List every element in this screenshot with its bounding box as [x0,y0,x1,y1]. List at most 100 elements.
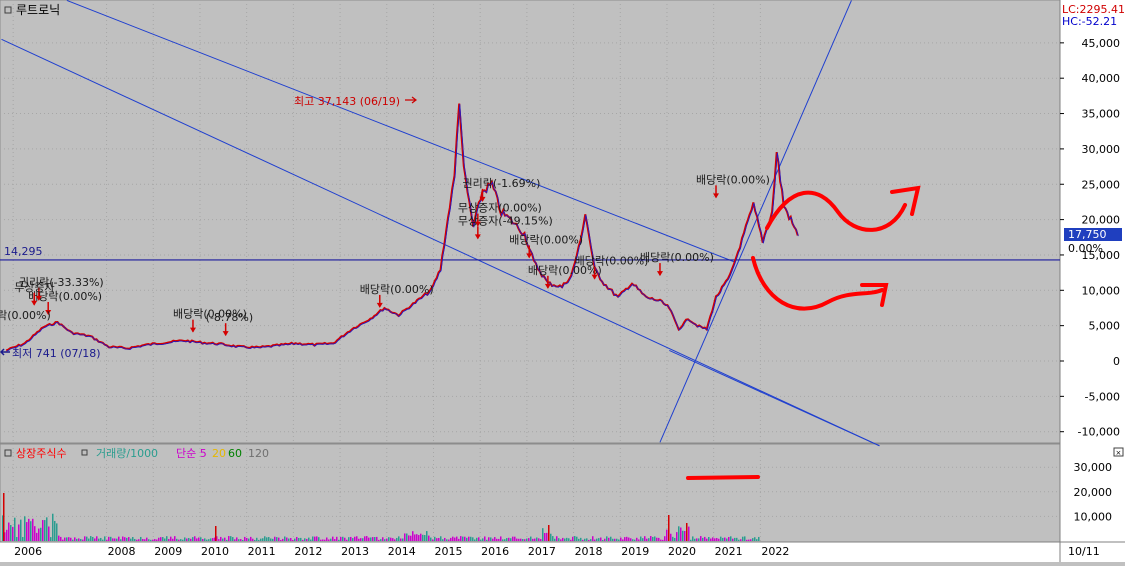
volume-bar [72,539,74,541]
volume-bar [178,539,180,541]
volume-bar [148,539,150,541]
volume-bar [206,539,208,541]
volume-bar [230,536,232,541]
volume-bar [584,538,586,541]
volume-bar [714,538,716,541]
volume-bar [186,538,188,541]
volume-bar [538,538,540,541]
volume-bar [112,538,114,541]
event-label: 배당락(0.00%) [0,309,51,322]
volume-bar [228,536,230,541]
volume-bar [434,536,436,541]
volume-bar [168,539,170,541]
volume-bar [600,537,602,541]
volume-bar [628,537,630,541]
volume-bar [660,539,662,541]
volume-bar [562,537,564,541]
volume-bar [406,533,408,541]
volume-bar [234,539,236,541]
volume-bar [730,536,732,541]
volume-bar [640,536,642,541]
volume-bar [534,538,536,541]
volume-bar [158,537,160,541]
volume-bar [560,539,562,541]
volume-bar [104,536,106,541]
min-price-annotation: 최저 741 (07/18) [12,347,101,360]
volume-spike [548,525,550,541]
volume-bar [232,537,234,541]
volume-bar [220,536,222,541]
volume-bar [486,539,488,541]
volume-bar [458,538,460,541]
volume-bar [428,535,430,541]
volume-bar [238,539,240,541]
volume-bar [404,533,406,541]
volume-axis-ticks: 30,000 20,000 10,000 [1074,461,1113,523]
volume-bar [218,539,220,541]
volume-bar [510,538,512,541]
volume-bar [580,537,582,541]
volume-bar [666,529,668,541]
volume-spike [668,515,670,541]
volume-bar [522,539,524,541]
volume-bar [242,539,244,541]
volume-bar [96,536,98,541]
volume-bar [66,537,68,541]
volume-bar [358,538,360,541]
volume-bar [188,537,190,541]
volume-bar [532,538,534,541]
volume-bar [438,538,440,541]
volume-bar [272,538,274,541]
volume-bar [196,538,198,541]
volume-bar [426,531,428,541]
x-tick-label: 2016 [481,545,509,558]
volume-bar [288,538,290,541]
volume-bar [496,538,498,541]
volume-bar [368,537,370,541]
volume-bar [722,537,724,541]
volume-bar [340,536,342,541]
event-label: 배당락(0.00%) [696,173,770,186]
volume-bar [316,536,318,541]
volume-bar [432,539,434,541]
volume-bar [516,538,518,541]
volume-bar [750,539,752,541]
price-tick-label: 30,000 [1082,143,1121,156]
chart-window: 배당락(0.00%) 배당락(0.00%) (-8.78%) 배당락(0.00%) 권리… [0,0,1125,562]
volume-bar [344,537,346,541]
chart-svg: 배당락(0.00%)배당락(0.00%)(-8.78%)배당락(0.00%)권리… [0,0,1125,562]
volume-bar [282,538,284,541]
volume-bar [140,536,142,541]
volume-bar [468,536,470,541]
volume-bar [352,538,354,541]
volume-bar [150,539,152,541]
volume-bar [498,538,500,541]
volume-bar [346,539,348,541]
volume-bar [396,537,398,541]
volume-bar [712,537,714,541]
volume-bar [290,538,292,541]
volume-bar [698,538,700,541]
volume-bar [436,538,438,541]
volume-bar [364,536,366,541]
volume-bar [294,538,296,541]
volume-bar [566,537,568,541]
volume-bar [46,517,48,541]
volume-bar [114,538,116,541]
volume-bar [320,539,322,541]
volume-bar [530,536,532,541]
volume-bar [210,538,212,541]
event-label: 무상증자 [14,281,54,294]
volume-bar [198,537,200,541]
volume-legend-item: 거래량/1000 [96,447,158,460]
volume-legend: 상장주식수 거래량/1000 단순 5 20 60 120 [16,447,269,460]
volume-bar [226,539,228,541]
volume-bar [382,537,384,541]
volume-bar [572,536,574,541]
volume-bar [576,536,578,541]
volume-bar [24,516,26,541]
volume-bar [144,539,146,541]
volume-bar [690,539,692,541]
volume-bar [34,526,36,541]
volume-bar [378,539,380,541]
